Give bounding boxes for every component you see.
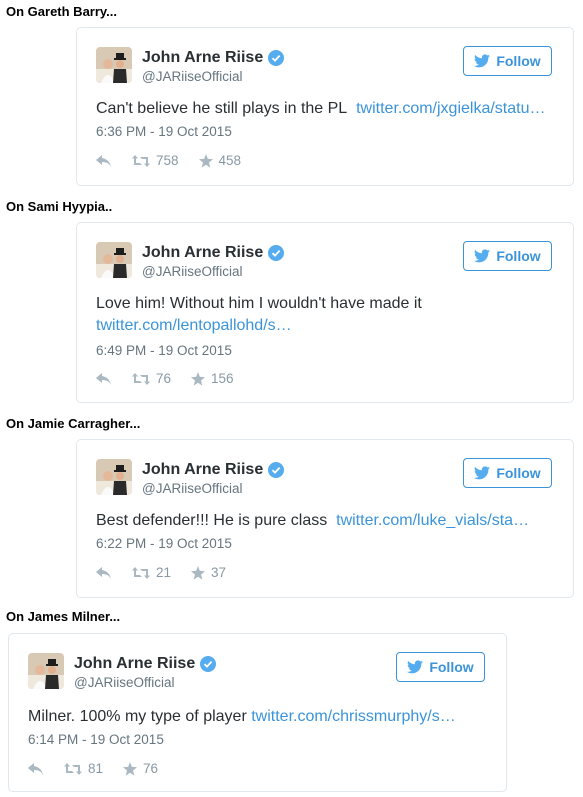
author-name[interactable]: John Arne Riise — [74, 655, 217, 673]
tweet-body: Can't believe he still plays in the PL — [96, 100, 348, 117]
reply-icon — [96, 372, 111, 385]
verified-icon — [268, 50, 285, 66]
avatar[interactable] — [28, 653, 64, 689]
author-name[interactable]: John Arne Riise — [142, 49, 285, 67]
reply-button[interactable] — [96, 154, 112, 167]
like-star-icon — [123, 761, 138, 776]
follow-button[interactable]: Follow — [396, 652, 485, 682]
retweet-icon — [132, 566, 150, 579]
tweet-body: Love him! Without him I wouldn't have ma… — [96, 295, 422, 312]
follow-label: Follow — [496, 465, 541, 481]
section-label-sami-hyypia: On Sami Hyypia.. — [6, 199, 113, 214]
reply-icon — [28, 762, 43, 775]
author-handle[interactable]: @JARiiseOfficial — [142, 264, 242, 279]
retweet-icon — [64, 762, 82, 775]
section-label-james-milner: On James Milner... — [6, 609, 121, 624]
follow-label: Follow — [429, 659, 474, 675]
author-handle[interactable]: @JARiiseOfficial — [142, 481, 242, 496]
twitter-bird-icon — [407, 660, 424, 674]
tweet-actions: 758 458 — [96, 153, 241, 168]
avatar[interactable] — [96, 459, 132, 495]
section-label-gareth-barry: On Gareth Barry... — [6, 4, 118, 19]
tweet-actions: 76 156 — [96, 371, 234, 386]
author-name-text[interactable]: John Arne Riise — [142, 461, 263, 479]
like-count: 76 — [143, 761, 159, 776]
like-button[interactable]: 37 — [191, 565, 226, 580]
reply-button[interactable] — [96, 566, 112, 579]
avatar[interactable] — [96, 47, 132, 83]
follow-label: Follow — [496, 53, 541, 69]
like-button[interactable]: 76 — [123, 761, 158, 776]
tweet-link[interactable]: twitter.com/jxgielka/statu… — [356, 100, 545, 117]
section-label-jamie-carragher: On Jamie Carragher... — [6, 416, 141, 431]
tweet-text: Best defender!!! He is pure class twitte… — [96, 510, 559, 532]
follow-label: Follow — [496, 248, 541, 264]
reply-button[interactable] — [96, 372, 112, 385]
verified-icon — [268, 245, 285, 261]
retweet-button[interactable]: 81 — [64, 761, 103, 776]
tweet-link[interactable]: twitter.com/lentopallohd/s… — [96, 317, 292, 334]
author-name-text[interactable]: John Arne Riise — [142, 244, 263, 262]
author-name-text[interactable]: John Arne Riise — [74, 655, 195, 673]
like-count: 458 — [218, 153, 242, 168]
embedded-tweet: John Arne Riise @JARiiseOfficial Follow … — [76, 27, 574, 186]
follow-button[interactable]: Follow — [463, 46, 552, 76]
like-count: 37 — [211, 565, 227, 580]
tweet-timestamp[interactable]: 6:22 PM - 19 Oct 2015 — [96, 536, 232, 551]
twitter-bird-icon — [474, 466, 491, 480]
author-handle[interactable]: @JARiiseOfficial — [74, 675, 174, 690]
author-name[interactable]: John Arne Riise — [142, 244, 285, 262]
like-button[interactable]: 458 — [198, 153, 242, 168]
verified-icon — [200, 656, 217, 672]
follow-button[interactable]: Follow — [463, 241, 552, 271]
tweet-timestamp[interactable]: 6:36 PM - 19 Oct 2015 — [96, 124, 232, 139]
tweet-body: Milner. 100% my type of player — [28, 708, 247, 725]
embedded-tweet: John Arne Riise @JARiiseOfficial Follow … — [76, 439, 574, 598]
avatar[interactable] — [96, 242, 132, 278]
retweet-button[interactable]: 21 — [132, 565, 171, 580]
reply-icon — [96, 154, 111, 167]
tweet-text: Milner. 100% my type of player twitter.c… — [28, 706, 492, 728]
retweet-count: 76 — [156, 371, 172, 386]
retweet-button[interactable]: 76 — [132, 371, 171, 386]
author-handle[interactable]: @JARiiseOfficial — [142, 69, 242, 84]
tweet-link[interactable]: twitter.com/chrissmurphy/s… — [251, 708, 455, 725]
tweet-link[interactable]: twitter.com/luke_vials/sta… — [336, 512, 529, 529]
retweet-count: 81 — [88, 761, 104, 776]
tweet-timestamp[interactable]: 6:14 PM - 19 Oct 2015 — [28, 732, 164, 747]
twitter-bird-icon — [474, 249, 491, 263]
retweet-count: 758 — [156, 153, 179, 168]
author-name[interactable]: John Arne Riise — [142, 461, 285, 479]
retweet-icon — [132, 154, 150, 167]
retweet-count: 21 — [156, 565, 172, 580]
verified-icon — [268, 462, 285, 478]
tweet-text: Can't believe he still plays in the PL t… — [96, 98, 559, 120]
like-star-icon — [191, 371, 206, 386]
embedded-tweet: John Arne Riise @JARiiseOfficial Follow … — [76, 222, 574, 403]
tweet-actions: 81 76 — [28, 761, 158, 776]
retweet-button[interactable]: 758 — [132, 153, 179, 168]
like-star-icon — [198, 153, 213, 168]
author-name-text[interactable]: John Arne Riise — [142, 49, 263, 67]
tweet-text: Love him! Without him I wouldn't have ma… — [96, 293, 559, 337]
tweet-timestamp[interactable]: 6:49 PM - 19 Oct 2015 — [96, 343, 232, 358]
retweet-icon — [132, 372, 150, 385]
like-count: 156 — [211, 371, 234, 386]
like-star-icon — [191, 565, 206, 580]
like-button[interactable]: 156 — [191, 371, 234, 386]
reply-button[interactable] — [28, 762, 44, 775]
follow-button[interactable]: Follow — [463, 458, 552, 488]
tweet-actions: 21 37 — [96, 565, 226, 580]
twitter-bird-icon — [474, 54, 491, 68]
reply-icon — [96, 566, 111, 579]
embedded-tweet: John Arne Riise @JARiiseOfficial Follow … — [8, 633, 507, 792]
tweet-body: Best defender!!! He is pure class — [96, 512, 328, 529]
